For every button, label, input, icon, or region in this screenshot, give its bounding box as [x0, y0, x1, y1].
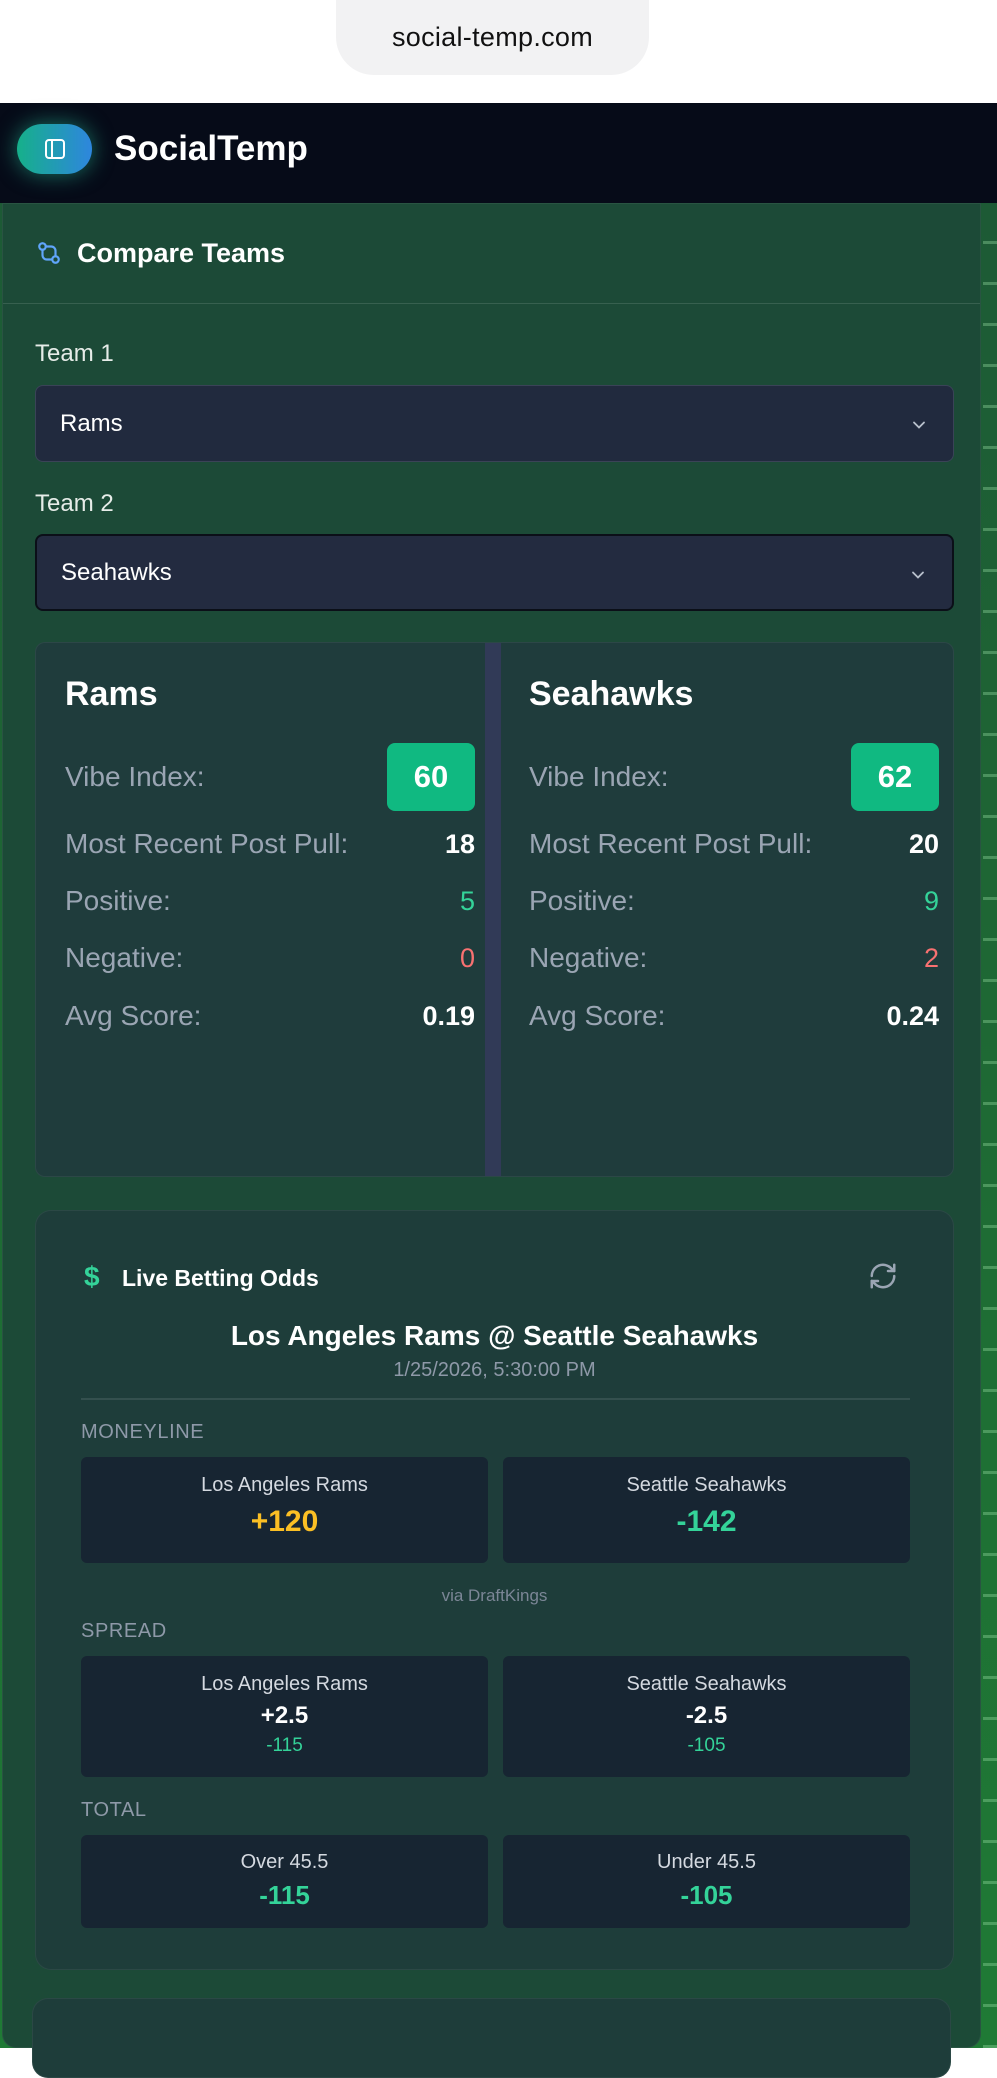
spread-away-team: Seattle Seahawks	[626, 1673, 787, 1695]
team2-vibe-row: Vibe Index: 62	[529, 743, 939, 811]
team2-label: Team 2	[35, 490, 114, 517]
team2-vibe-badge: 62	[851, 743, 939, 811]
chevron-down-icon	[912, 571, 924, 579]
dollar-icon: $	[84, 1261, 100, 1292]
total-over-price: -115	[259, 1880, 310, 1910]
vibe-label: Vibe Index:	[529, 761, 669, 792]
spread-away-price: -105	[687, 1735, 726, 1756]
odds-title: Live Betting Odds	[122, 1265, 319, 1291]
team1-avg-value: 0.19	[422, 1000, 475, 1031]
team1-recent-value: 18	[444, 828, 475, 859]
avg-label: Avg Score:	[529, 1000, 666, 1031]
game-time: 1/25/2026, 5:30:00 PM	[393, 1359, 596, 1381]
positive-label: Positive:	[65, 885, 171, 916]
vibe-label: Vibe Index:	[65, 761, 205, 792]
team1-vibe-row: Vibe Index: 60	[65, 743, 475, 811]
moneyline-away-value: -142	[676, 1505, 737, 1538]
card-header: Compare Teams	[3, 204, 980, 304]
refresh-icon[interactable]	[868, 1261, 898, 1291]
team2-positive-row: Positive: 9	[529, 885, 939, 917]
total-label: TOTAL	[81, 1799, 147, 1821]
team1-label: Team 1	[35, 340, 114, 367]
matchup-title: Los Angeles Rams @ Seattle Seahawks	[230, 1320, 759, 1351]
spread-home-cell: Los Angeles Rams +2.5 -115	[81, 1656, 488, 1777]
team2-negative-value: 2	[923, 942, 939, 973]
spread-label: SPREAD	[81, 1620, 167, 1642]
total-under-cell: Under 45.5 -105	[503, 1835, 910, 1928]
odds-source: via DraftKings	[441, 1586, 548, 1605]
team2-negative-row: Negative: 2	[529, 942, 939, 974]
spread-away-line: -2.5	[685, 1702, 728, 1729]
total-over-label: Over 45.5	[240, 1851, 329, 1873]
live-betting-odds-card: $ Live Betting Odds Los Angeles Rams @ S…	[35, 1210, 954, 1970]
moneyline-home-value: +120	[250, 1505, 319, 1538]
sidebar-icon	[44, 139, 65, 159]
total-over-cell: Over 45.5 -115	[81, 1835, 488, 1928]
team1-positive-row: Positive: 5	[65, 885, 475, 917]
next-section-card	[32, 1998, 951, 2078]
sidebar-toggle-button[interactable]	[17, 124, 92, 174]
team1-select[interactable]: Rams	[35, 385, 954, 462]
browser-url-bar: social-temp.com	[0, 0, 997, 103]
team1-name: Rams	[65, 675, 158, 713]
team1-stats: Rams Vibe Index: 60 Most Recent Post Pul…	[65, 643, 475, 1176]
team1-vibe-badge: 60	[387, 743, 475, 811]
compare-teams-card: Compare Teams Team 1 Rams Team 2 Seahawk…	[2, 203, 981, 2048]
column-divider	[485, 643, 501, 1176]
team1-negative-row: Negative: 0	[65, 942, 475, 974]
spread-home-price: -115	[266, 1735, 303, 1756]
negative-label: Negative:	[529, 942, 648, 973]
team1-positive-value: 5	[459, 885, 475, 916]
team2-name: Seahawks	[529, 675, 694, 713]
brand-title: SocialTemp	[114, 129, 308, 168]
team1-negative-value: 0	[459, 942, 475, 973]
scroll-edge-decoration	[983, 203, 997, 2048]
moneyline-away-cell: Seattle Seahawks -142	[503, 1457, 910, 1563]
total-under-label: Under 45.5	[657, 1851, 756, 1873]
moneyline-away-team: Seattle Seahawks	[626, 1474, 787, 1496]
team-stats-comparison: Rams Vibe Index: 60 Most Recent Post Pul…	[35, 642, 954, 1177]
team2-avg-row: Avg Score: 0.24	[529, 1000, 939, 1032]
chevron-down-icon	[913, 421, 925, 429]
team2-stats: Seahawks Vibe Index: 62 Most Recent Post…	[529, 643, 939, 1176]
git-compare-icon	[38, 242, 60, 264]
card-title: Compare Teams	[77, 238, 286, 268]
team2-recent-value: 20	[908, 828, 939, 859]
team2-select-value: Seahawks	[61, 558, 172, 586]
app-header: SocialTemp	[0, 103, 997, 203]
team2-avg-value: 0.24	[886, 1000, 939, 1031]
spread-home-team: Los Angeles Rams	[201, 1673, 368, 1695]
team2-recent-row: Most Recent Post Pull: 20	[529, 828, 939, 860]
moneyline-label: MONEYLINE	[81, 1421, 205, 1443]
moneyline-home-cell: Los Angeles Rams +120	[81, 1457, 488, 1563]
spread-home-line: +2.5	[260, 1702, 309, 1729]
positive-label: Positive:	[529, 885, 635, 916]
team2-positive-value: 9	[923, 885, 939, 916]
avg-label: Avg Score:	[65, 1000, 202, 1031]
team1-select-value: Rams	[60, 409, 123, 437]
team1-avg-row: Avg Score: 0.19	[65, 1000, 475, 1032]
moneyline-home-team: Los Angeles Rams	[201, 1474, 368, 1496]
team1-recent-row: Most Recent Post Pull: 18	[65, 828, 475, 860]
total-under-price: -105	[680, 1880, 733, 1910]
spread-away-cell: Seattle Seahawks -2.5 -105	[503, 1656, 910, 1777]
negative-label: Negative:	[65, 942, 184, 973]
recent-label: Most Recent Post Pull:	[65, 828, 349, 859]
url-field[interactable]: social-temp.com	[336, 0, 649, 75]
team2-select[interactable]: Seahawks	[35, 534, 954, 611]
odds-divider	[81, 1398, 910, 1400]
recent-label: Most Recent Post Pull:	[529, 828, 813, 859]
